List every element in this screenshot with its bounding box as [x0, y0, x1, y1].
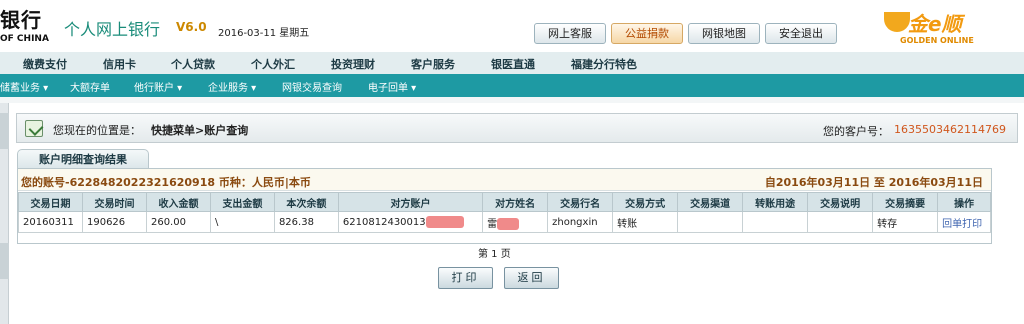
- version-label: V6.0: [176, 20, 207, 34]
- col-header: 收入金额: [145, 192, 211, 212]
- main-nav: 缴费支付 信用卡 个人贷款 个人外汇 投资理财 客户服务 银医直通 福建分行特色: [0, 52, 1024, 74]
- col-header: 支出金额: [209, 192, 275, 212]
- cell-date: 20160311: [18, 211, 83, 233]
- sitemap-button[interactable]: 网银地图: [688, 23, 760, 44]
- nav-item-medical[interactable]: 银医直通: [491, 56, 535, 72]
- back-button[interactable]: 返回: [504, 267, 559, 289]
- currency-info: 币种：人民币|本币: [218, 176, 311, 189]
- charity-donation-button[interactable]: 公益捐款: [611, 23, 683, 44]
- customer-service-button[interactable]: 网上客服: [534, 23, 606, 44]
- rail-tab[interactable]: [0, 243, 9, 279]
- subnav-savings[interactable]: 储蓄业务 ▾: [0, 79, 48, 94]
- col-header: 交易方式: [612, 192, 679, 212]
- subnav-large-deposit-label: 大额存单: [70, 83, 110, 94]
- cell-income: 260.00: [145, 211, 211, 233]
- tab-account-detail-result[interactable]: 账户明细查询结果: [17, 149, 149, 169]
- col-header: 操作: [937, 192, 991, 212]
- nav-item-payment[interactable]: 缴费支付: [23, 56, 67, 72]
- subnav-transaction-query-label: 网银交易查询: [282, 83, 342, 94]
- subnav-other-bank-label: 他行账户: [134, 83, 174, 94]
- nav-item-forex[interactable]: 个人外汇: [251, 56, 295, 72]
- redaction-mark: [497, 217, 520, 230]
- transaction-table: 交易日期 交易时间 收入金额 支出金额 本次余额 对方账户 对方姓名 交易行名 …: [18, 192, 991, 233]
- page-number: 第 1 页: [478, 249, 511, 260]
- logo-sun-icon: [884, 12, 910, 32]
- subnav-enterprise[interactable]: 企业服务 ▾: [208, 79, 256, 94]
- subnav-other-bank[interactable]: 他行账户 ▾: [134, 79, 182, 94]
- account-info: 您的账号-6228482022321620918 币种：人民币|本币: [21, 176, 311, 189]
- cell-channel: [677, 211, 744, 233]
- left-rail: [0, 103, 9, 324]
- col-header: 对方账户: [337, 192, 484, 212]
- cell-purpose: [742, 211, 809, 233]
- table-row: 20160311 190626 260.00 \ 826.38 62108124…: [18, 211, 991, 233]
- col-header: 转账用途: [742, 192, 809, 212]
- subnav-large-deposit[interactable]: 大额存单: [70, 79, 110, 94]
- subnav-savings-label: 储蓄业务: [0, 83, 40, 94]
- current-date: 2016-03-11 星期五: [218, 28, 310, 39]
- counter-name-text: 雷: [487, 218, 498, 230]
- col-header: 交易说明: [807, 192, 874, 212]
- table-header-row: 交易日期 交易时间 收入金额 支出金额 本次余额 对方账户 对方姓名 交易行名 …: [18, 192, 991, 212]
- location-label: 您现在的位置是：: [53, 124, 141, 137]
- col-header: 交易摘要: [872, 192, 939, 212]
- rail-tab[interactable]: [0, 113, 9, 149]
- cell-summary: 转存: [872, 211, 939, 233]
- nav-item-credit-card[interactable]: 信用卡: [103, 56, 136, 72]
- system-title: 个人网上银行: [64, 20, 161, 39]
- subnav-e-receipt[interactable]: 电子回单 ▾: [368, 79, 416, 94]
- print-button[interactable]: 打印: [438, 267, 493, 289]
- checklist-icon: [25, 120, 43, 137]
- counter-account-text: 6210812430013: [342, 217, 426, 228]
- cell-time: 190626: [81, 211, 147, 233]
- cell-action: 回单打印: [937, 211, 991, 233]
- subnav-enterprise-label: 企业服务: [208, 83, 248, 94]
- cell-counter-name: 雷: [482, 211, 549, 233]
- logo-text: 金e顺: [908, 12, 962, 36]
- col-header: 交易行名: [547, 192, 614, 212]
- subnav-e-receipt-label: 电子回单: [368, 83, 408, 94]
- cell-method: 转账: [612, 211, 679, 233]
- redaction-mark: [425, 216, 464, 228]
- nav-item-personal-loan[interactable]: 个人贷款: [171, 56, 215, 72]
- col-header: 交易时间: [81, 192, 147, 212]
- bank-english-name: OF CHINA: [0, 34, 49, 44]
- logout-button[interactable]: 安全退出: [765, 23, 837, 44]
- bank-name: 银行: [0, 8, 42, 32]
- col-header: 交易渠道: [677, 192, 744, 212]
- print-receipt-link[interactable]: 回单打印: [942, 219, 982, 230]
- col-header: 交易日期: [18, 192, 83, 212]
- location-path: 快捷菜单>账户查询: [151, 124, 249, 137]
- header: 银行 OF CHINA 个人网上银行 V6.0 2016-03-11 星期五 网…: [0, 0, 1024, 52]
- col-header: 本次余额: [273, 192, 339, 212]
- subnav-transaction-query[interactable]: 网银交易查询: [282, 79, 342, 94]
- col-header: 对方姓名: [482, 192, 549, 212]
- nav-item-investment[interactable]: 投资理财: [331, 56, 375, 72]
- cell-expense: \: [209, 211, 275, 233]
- sub-nav: 储蓄业务 ▾ 大额存单 他行账户 ▾ 企业服务 ▾ 网银交易查询 电子回单 ▾: [0, 74, 1024, 97]
- customer-number-label: 您的客户号：: [823, 125, 889, 138]
- location-bar: 您现在的位置是： 快捷菜单>账户查询 您的客户号： 16355034621147…: [16, 113, 1018, 143]
- cell-description: [807, 211, 874, 233]
- date-range: 自2016年03月11日 至 2016年03月11日: [764, 176, 983, 189]
- customer-number: 1635503462114769: [894, 123, 1006, 136]
- nav-item-fujian-branch[interactable]: 福建分行特色: [571, 56, 637, 72]
- account-number: 6228482022321620918: [69, 176, 216, 189]
- nav-item-customer-service[interactable]: 客户服务: [411, 56, 455, 72]
- golden-online-logo: 金e顺 GOLDEN ONLINE: [880, 6, 1020, 48]
- account-prefix: 您的账号: [21, 176, 65, 189]
- sub-nav-strip: [0, 97, 1024, 103]
- cell-counter-account: 6210812430013: [337, 211, 484, 233]
- app-root: 银行 OF CHINA 个人网上银行 V6.0 2016-03-11 星期五 网…: [0, 0, 1024, 324]
- cell-balance: 826.38: [273, 211, 339, 233]
- result-panel: 您的账号-6228482022321620918 币种：人民币|本币 自2016…: [17, 168, 992, 244]
- cell-bank-name: zhongxin: [547, 211, 614, 233]
- logo-subtitle: GOLDEN ONLINE: [900, 36, 974, 45]
- account-info-line: 您的账号-6228482022321620918 币种：人民币|本币 自2016…: [18, 169, 991, 191]
